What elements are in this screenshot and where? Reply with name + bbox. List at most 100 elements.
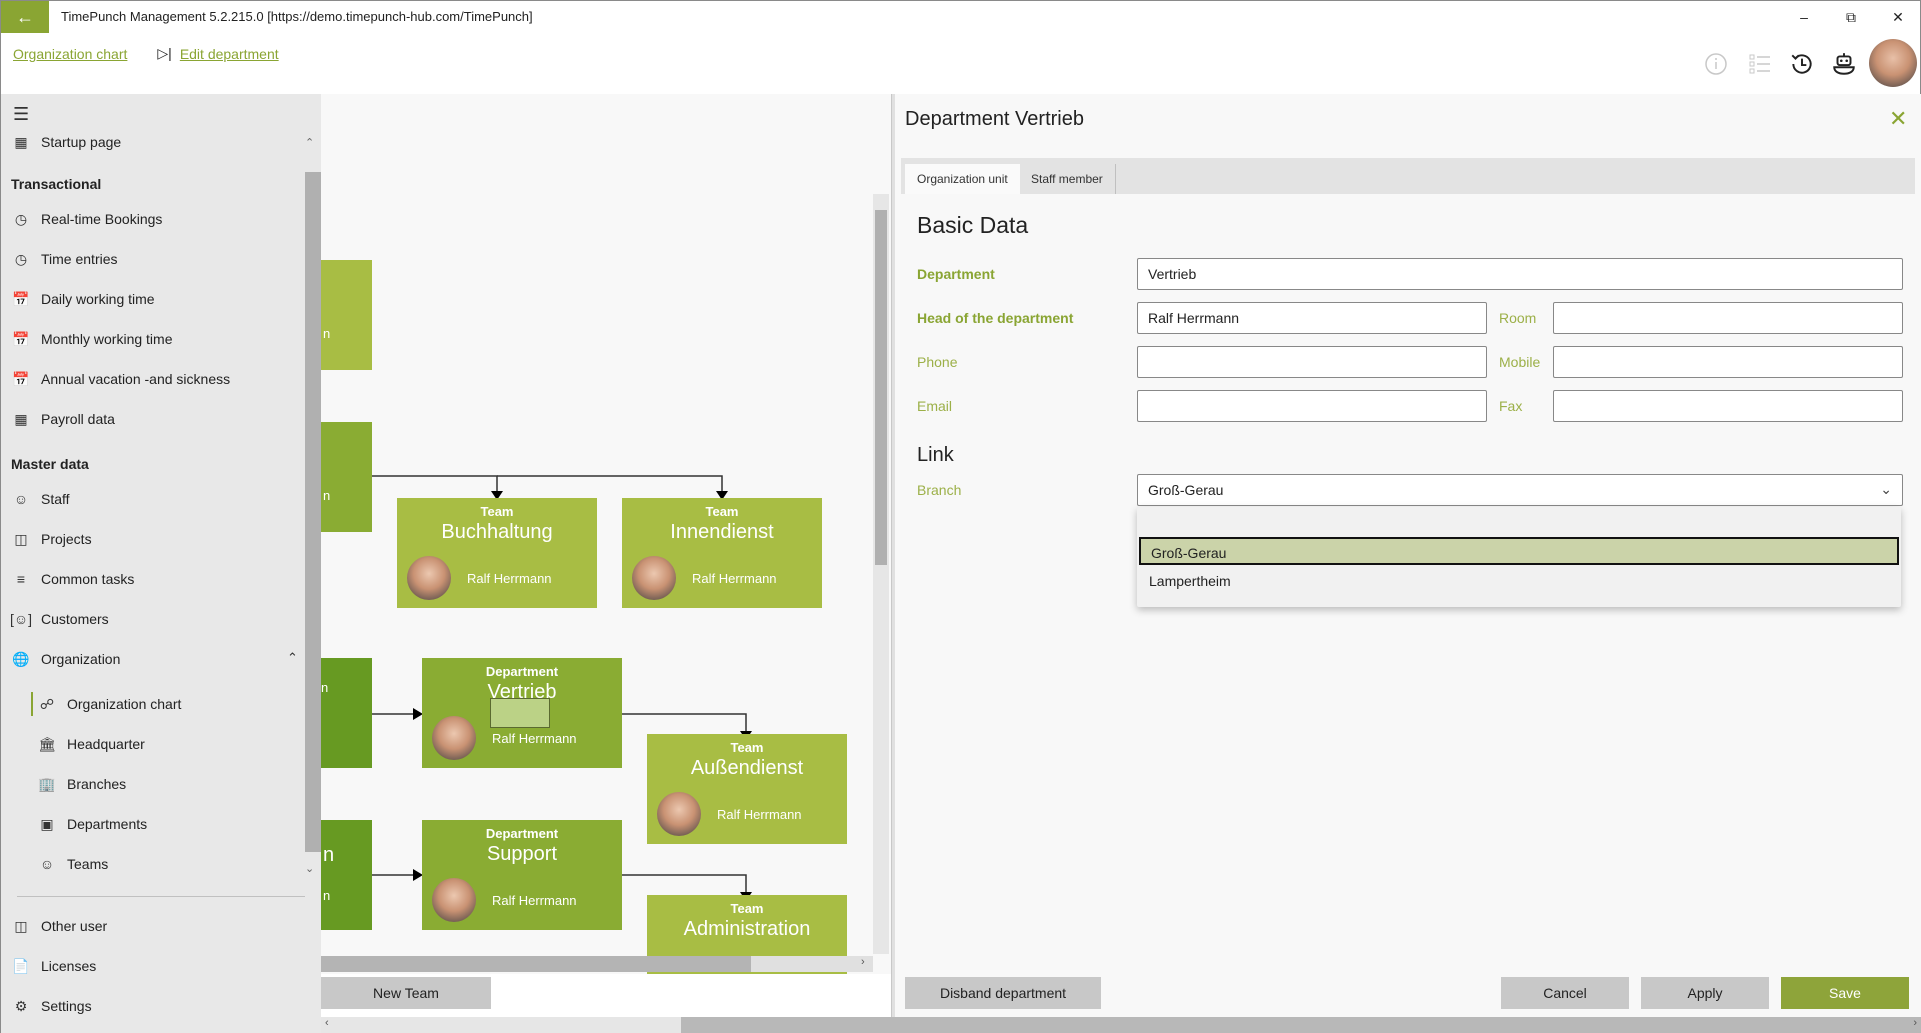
org-node-department-vertrieb[interactable]: Department Vertrieb Ralf Herrmann [422, 658, 622, 768]
scroll-right-icon[interactable]: › [1913, 1017, 1917, 1029]
sidebar-item-time-entries[interactable]: ◷ Time entries [11, 247, 118, 271]
back-button[interactable]: ← [1, 1, 49, 33]
tab-organization-unit[interactable]: Organization unit [905, 164, 1020, 194]
scroll-left-icon[interactable]: ‹ [325, 1017, 329, 1029]
sidebar-item-label: Annual vacation -and sickness [41, 371, 231, 387]
sidebar-item-label: Daily working time [41, 291, 155, 307]
scroll-up-icon[interactable]: ⌃ [305, 136, 314, 149]
sidebar-item-headquarter[interactable]: 🏛 Headquarter [37, 732, 145, 756]
sidebar-item-branches[interactable]: 🏢 Branches [37, 772, 126, 796]
chart-horizontal-scrollbar[interactable]: › [321, 956, 873, 972]
org-node-department-support[interactable]: Department Support Ralf Herrmann [422, 820, 622, 930]
sidebar-item-real-time-bookings[interactable]: ◷ Real-time Bookings [11, 207, 163, 231]
sidebar-item-organization-chart[interactable]: ☍ Organization chart [37, 692, 182, 716]
org-chart-canvas[interactable]: n n n n n Team Buchhaltung Ralf Herrmann… [321, 94, 891, 974]
chart-vertical-scrollbar[interactable] [873, 194, 889, 954]
chevron-up-icon[interactable]: ⌃ [287, 650, 298, 666]
history-icon [1791, 54, 1812, 74]
new-team-button[interactable]: New Team [321, 977, 491, 1009]
list-button[interactable] [1745, 49, 1775, 79]
user-avatar[interactable] [1869, 39, 1917, 87]
clock-icon: ◷ [14, 250, 28, 267]
sidebar-item-label: Headquarter [67, 736, 145, 752]
sidebar-item-licenses[interactable]: 📄 Licenses [11, 954, 96, 978]
org-node-team-innendienst[interactable]: Team Innendienst Ralf Herrmann [622, 498, 822, 608]
breadcrumb-separator-icon: ▷| [157, 45, 172, 61]
mobile-input[interactable] [1553, 346, 1903, 378]
org-node-team-aussendienst[interactable]: Team Außendienst Ralf Herrmann [647, 734, 847, 844]
disband-department-button[interactable]: Disband department [905, 977, 1101, 1009]
save-button[interactable]: Save [1781, 977, 1909, 1009]
branch-select-value: Groß-Gerau [1148, 482, 1224, 498]
fax-input[interactable] [1553, 390, 1903, 422]
sidebar-item-label: Projects [41, 531, 92, 547]
sidebar-item-departments[interactable]: ▣ Departments [37, 812, 147, 836]
sidebar-item-annual-vacation[interactable]: 📅 Annual vacation -and sickness [11, 367, 230, 391]
breadcrumb-edit-department[interactable]: Edit department [180, 46, 279, 62]
room-label: Room [1499, 310, 1537, 326]
customer-icon: [☺] [9, 611, 33, 627]
bot-button[interactable] [1829, 49, 1859, 79]
department-input[interactable]: Vertrieb [1137, 258, 1903, 290]
cancel-button[interactable]: Cancel [1501, 977, 1629, 1009]
sidebar-item-settings[interactable]: ⚙ Settings [11, 994, 92, 1018]
sidebar-scrollbar[interactable] [305, 172, 321, 852]
sidebar-divider [17, 896, 305, 897]
scroll-right-icon[interactable]: › [861, 956, 865, 968]
person-photo [657, 792, 701, 836]
branch-select[interactable]: Groß-Gerau ⌄ [1137, 474, 1903, 506]
teams-icon: ☺ [39, 856, 55, 872]
scrollbar-thumb[interactable] [875, 210, 887, 565]
startup-page-icon: ▦ [14, 133, 28, 150]
person-photo [432, 878, 476, 922]
sidebar-item-customers[interactable]: [☺] Customers [9, 607, 109, 631]
chevron-down-icon: ⌄ [1880, 481, 1892, 497]
tab-staff-member[interactable]: Staff member [1019, 164, 1116, 194]
history-button[interactable] [1787, 49, 1817, 79]
close-icon: ✕ [1889, 106, 1908, 131]
calendar-month-icon: 📅 [12, 330, 30, 347]
restore-icon: ⧉ [1846, 8, 1856, 25]
close-window-button[interactable]: ✕ [1875, 5, 1921, 29]
sidebar-item-other-user[interactable]: ◫ Other user [11, 914, 107, 938]
head-of-department-input[interactable]: Ralf Herrmann [1137, 302, 1487, 334]
sidebar-item-organization[interactable]: 🌐 Organization [11, 647, 120, 671]
sidebar-item-label: Settings [41, 998, 92, 1014]
org-node-team-buchhaltung[interactable]: Team Buchhaltung Ralf Herrmann [397, 498, 597, 608]
sidebar-item-projects[interactable]: ◫ Projects [11, 527, 92, 551]
sidebar-item-payroll-data[interactable]: ▦ Payroll data [11, 407, 115, 431]
scrollbar-thumb[interactable] [681, 1017, 1921, 1033]
sidebar-item-startup-page[interactable]: ▦ Startup page [11, 130, 121, 154]
connector-line [622, 874, 747, 895]
close-panel-button[interactable]: ✕ [1889, 106, 1907, 132]
email-input[interactable] [1137, 390, 1487, 422]
sidebar-item-label: Payroll data [41, 411, 115, 427]
sidebar-item-monthly-working-time[interactable]: 📅 Monthly working time [11, 327, 172, 351]
phone-input[interactable] [1137, 346, 1487, 378]
sidebar-item-daily-working-time[interactable]: 📅 Daily working time [11, 287, 155, 311]
info-icon [1705, 53, 1727, 75]
restore-button[interactable]: ⧉ [1828, 5, 1874, 29]
branch-option-empty[interactable] [1139, 509, 1899, 537]
sidebar-item-label: Other user [41, 918, 108, 934]
sidebar-item-label: Common tasks [41, 571, 135, 587]
info-button[interactable] [1701, 49, 1731, 79]
connector-line [372, 475, 498, 494]
sidebar-item-staff[interactable]: ☺ Staff [11, 487, 70, 511]
breadcrumb-organization-chart[interactable]: Organization chart [13, 46, 127, 62]
room-input[interactable] [1553, 302, 1903, 334]
sidebar-item-teams[interactable]: ☺ Teams [37, 852, 108, 876]
hamburger-menu-icon[interactable]: ☰ [13, 104, 29, 125]
sidebar-item-common-tasks[interactable]: ≡ Common tasks [11, 567, 134, 591]
branch-option-lampertheim[interactable]: Lampertheim [1139, 567, 1899, 595]
branch-option-gross-gerau[interactable]: Groß-Gerau [1139, 537, 1899, 565]
globe-icon: 🌐 [12, 650, 30, 667]
apply-button[interactable]: Apply [1641, 977, 1769, 1009]
scrollbar-thumb[interactable] [321, 956, 751, 972]
minimize-button[interactable]: – [1781, 5, 1827, 29]
sidebar-item-label: Teams [67, 856, 109, 872]
panel-title: Department Vertrieb [905, 108, 1084, 130]
app-window: ← TimePunch Management 5.2.215.0 [https:… [0, 0, 1921, 1033]
window-horizontal-scrollbar[interactable]: ‹ › [321, 1017, 1921, 1033]
scroll-down-icon[interactable]: ⌄ [305, 862, 314, 875]
